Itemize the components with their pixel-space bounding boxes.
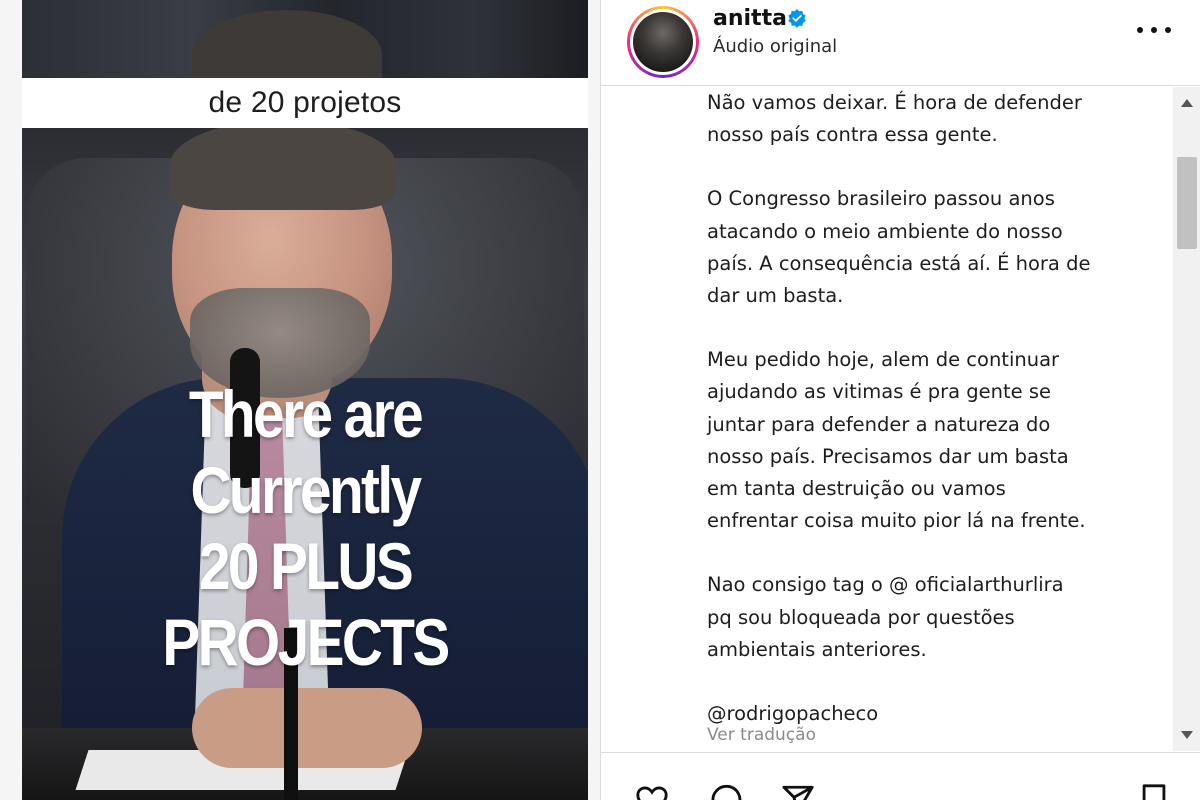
post-caption: Não vamos deixar. É hora de defender nos… bbox=[707, 87, 1147, 730]
share-icon[interactable] bbox=[781, 783, 815, 800]
overlay-line: PROJECTS bbox=[162, 605, 450, 679]
video-scene: There are Currently 20 PLUS PROJECTS bbox=[22, 128, 588, 800]
see-translation-link[interactable]: Ver tradução bbox=[707, 725, 816, 745]
overlay-line: Currently bbox=[190, 453, 422, 527]
caption-line: pq sou bloqueada por questões bbox=[707, 605, 1015, 629]
caption-line: atacando o meio ambiente do nosso bbox=[707, 219, 1063, 243]
hair bbox=[170, 128, 396, 210]
reel-media[interactable]: de 20 projetos There are Currently 20 PL… bbox=[0, 0, 600, 800]
caption-scrollbar[interactable] bbox=[1173, 87, 1200, 751]
caption-line: ajudando as vitimas é pra gente se bbox=[707, 380, 1052, 404]
avatar-story-ring[interactable] bbox=[627, 6, 699, 78]
post-panel: anitta Áudio original Não vamos deixar. … bbox=[600, 0, 1200, 800]
post-header: anitta Áudio original bbox=[601, 0, 1200, 86]
post-actions bbox=[601, 752, 1200, 800]
video-caption-text: de 20 projetos bbox=[208, 86, 402, 119]
comment-icon[interactable] bbox=[709, 783, 743, 800]
dot bbox=[1165, 27, 1171, 33]
heart-icon[interactable] bbox=[635, 783, 669, 800]
video-player[interactable]: de 20 projetos There are Currently 20 PL… bbox=[22, 0, 588, 800]
overlay-line: 20 PLUS bbox=[198, 529, 414, 603]
dot bbox=[1151, 27, 1157, 33]
avatar bbox=[633, 12, 693, 72]
more-options-icon[interactable] bbox=[1137, 20, 1171, 40]
scrollbar-thumb[interactable] bbox=[1177, 157, 1197, 249]
caption-line: em tanta destruição ou vamos bbox=[707, 477, 1006, 501]
video-overlay-text: There are Currently 20 PLUS PROJECTS bbox=[62, 376, 549, 680]
caption-scroll-area[interactable]: Não vamos deixar. É hora de defender nos… bbox=[601, 87, 1173, 751]
scroll-down-arrow-icon[interactable] bbox=[1181, 731, 1193, 739]
caption-line: Meu pedido hoje, alem de continuar bbox=[707, 348, 1060, 372]
caption-line: nosso país. Precisamos dar um basta bbox=[707, 444, 1069, 468]
caption-line: dar um basta. bbox=[707, 284, 844, 308]
caption-line: O Congresso brasileiro passou anos bbox=[707, 187, 1055, 211]
caption-line: nosso país contra essa gente. bbox=[707, 123, 998, 147]
caption-line: ambientais anteriores. bbox=[707, 637, 927, 661]
overlay-line: There are bbox=[188, 377, 424, 451]
caption-line: enfrentar coisa muito pior lá na frente. bbox=[707, 509, 1086, 533]
username-link[interactable]: anitta bbox=[713, 6, 787, 31]
dot bbox=[1137, 27, 1143, 33]
video-top-frame bbox=[22, 0, 588, 100]
caption-line: Não vamos deixar. É hora de defender bbox=[707, 91, 1082, 114]
verified-badge-icon bbox=[788, 9, 806, 28]
video-caption-bar: de 20 projetos bbox=[22, 78, 588, 128]
bookmark-icon[interactable] bbox=[1137, 783, 1171, 800]
caption-line: Nao consigo tag o @ oficialarthurlira bbox=[707, 573, 1064, 597]
avatar-frame bbox=[630, 9, 696, 75]
original-audio-link[interactable]: Áudio original bbox=[713, 36, 837, 57]
scroll-up-arrow-icon[interactable] bbox=[1181, 99, 1193, 107]
caption-line: juntar para defender a natureza do bbox=[707, 412, 1051, 436]
hands bbox=[192, 688, 422, 768]
caption-line: país. A consequência está aí. É hora de bbox=[707, 251, 1091, 275]
